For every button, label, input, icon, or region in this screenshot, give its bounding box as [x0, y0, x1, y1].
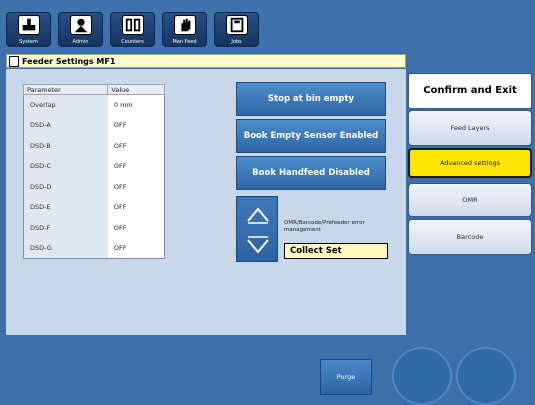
param-name: Overlap	[23, 94, 108, 115]
param-value[interactable]: OFF	[107, 156, 165, 177]
man-feed-label: Man Feed	[172, 39, 197, 45]
admin-button[interactable]: Admin	[58, 12, 103, 47]
table-row[interactable]: DSD-D OFF	[23, 176, 165, 197]
param-name: DSD-E	[23, 197, 108, 218]
param-name: DSD-C	[23, 156, 108, 177]
round-button-right[interactable]	[456, 347, 516, 405]
book-handfeed-button[interactable]: Book Handfeed Disabled	[236, 156, 386, 190]
purge-button[interactable]: Purge	[320, 359, 372, 395]
admin-label: Admin	[72, 39, 89, 45]
system-icon	[18, 15, 40, 35]
top-toolbar: System Admin Counters Man Feed Jobs	[0, 0, 535, 50]
omr-button[interactable]: OMR	[408, 183, 532, 217]
omr-error-value: Collect Set	[284, 243, 388, 259]
table-row[interactable]: DSD-A OFF	[23, 115, 165, 136]
param-value[interactable]: OFF	[107, 135, 165, 156]
parameter-table: Parameter Value Overlap 0 mm DSD-A OFF DSD…	[22, 84, 165, 259]
stop-at-bin-empty-button[interactable]: Stop at bin empty	[236, 82, 386, 116]
param-value[interactable]: OFF	[107, 176, 165, 197]
feed-layers-button[interactable]: Feed Layers	[408, 110, 532, 146]
counters-icon	[122, 15, 144, 35]
table-row[interactable]: DSD-F OFF	[23, 217, 165, 238]
counters-label: Counters	[121, 39, 144, 45]
counters-button[interactable]: Counters	[110, 12, 155, 47]
column-header-value: Value	[107, 84, 165, 95]
param-value[interactable]: OFF	[107, 217, 165, 238]
param-value[interactable]: OFF	[107, 115, 165, 136]
main-panel: Parameter Value Overlap 0 mm DSD-A OFF DSD…	[6, 69, 406, 335]
jobs-icon	[226, 15, 248, 35]
document-icon	[9, 56, 19, 67]
book-empty-sensor-button[interactable]: Book Empty Sensor Enabled	[236, 119, 386, 153]
page-header: Feeder Settings MF1	[6, 54, 406, 68]
jobs-button[interactable]: Jobs	[214, 12, 259, 47]
system-button[interactable]: System	[6, 12, 51, 47]
param-value[interactable]: 0 mm	[107, 94, 165, 115]
right-sidebar: Confirm and Exit Feed Layers Advanced se…	[408, 69, 532, 335]
omr-error-label: OMR/Barcode/Prefeeder error management	[284, 220, 365, 233]
table-row[interactable]: DSD-C OFF	[23, 156, 165, 177]
arrow-down-icon[interactable]	[243, 233, 273, 259]
param-name: DSD-F	[23, 217, 108, 238]
page-title: Feeder Settings MF1	[22, 57, 116, 66]
admin-icon	[70, 15, 92, 35]
column-header-parameter: Parameter	[22, 84, 109, 95]
param-name: DSD-D	[23, 176, 108, 197]
table-row[interactable]: DSD-E OFF	[23, 197, 165, 218]
jobs-label: Jobs	[231, 39, 242, 45]
bottom-bar: Purge	[0, 335, 535, 405]
table-row[interactable]: DSD-G OFF	[23, 238, 165, 259]
arrow-up-icon[interactable]	[243, 201, 273, 227]
confirm-and-exit-button[interactable]: Confirm and Exit	[408, 73, 532, 109]
param-value[interactable]: OFF	[107, 238, 165, 259]
advanced-settings-button[interactable]: Advanced settings	[408, 148, 532, 178]
barcode-button[interactable]: Barcode	[408, 219, 532, 255]
param-name: DSD-A	[23, 115, 108, 136]
param-name: DSD-G	[23, 238, 108, 259]
hand-icon	[174, 15, 196, 35]
omr-stepper	[236, 196, 278, 262]
param-name: DSD-B	[23, 135, 108, 156]
man-feed-button[interactable]: Man Feed	[162, 12, 207, 47]
param-value[interactable]: OFF	[107, 197, 165, 218]
table-row[interactable]: DSD-B OFF	[23, 135, 165, 156]
table-row[interactable]: Overlap 0 mm	[23, 94, 165, 115]
round-button-left[interactable]	[392, 347, 452, 405]
system-label: System	[19, 39, 38, 45]
